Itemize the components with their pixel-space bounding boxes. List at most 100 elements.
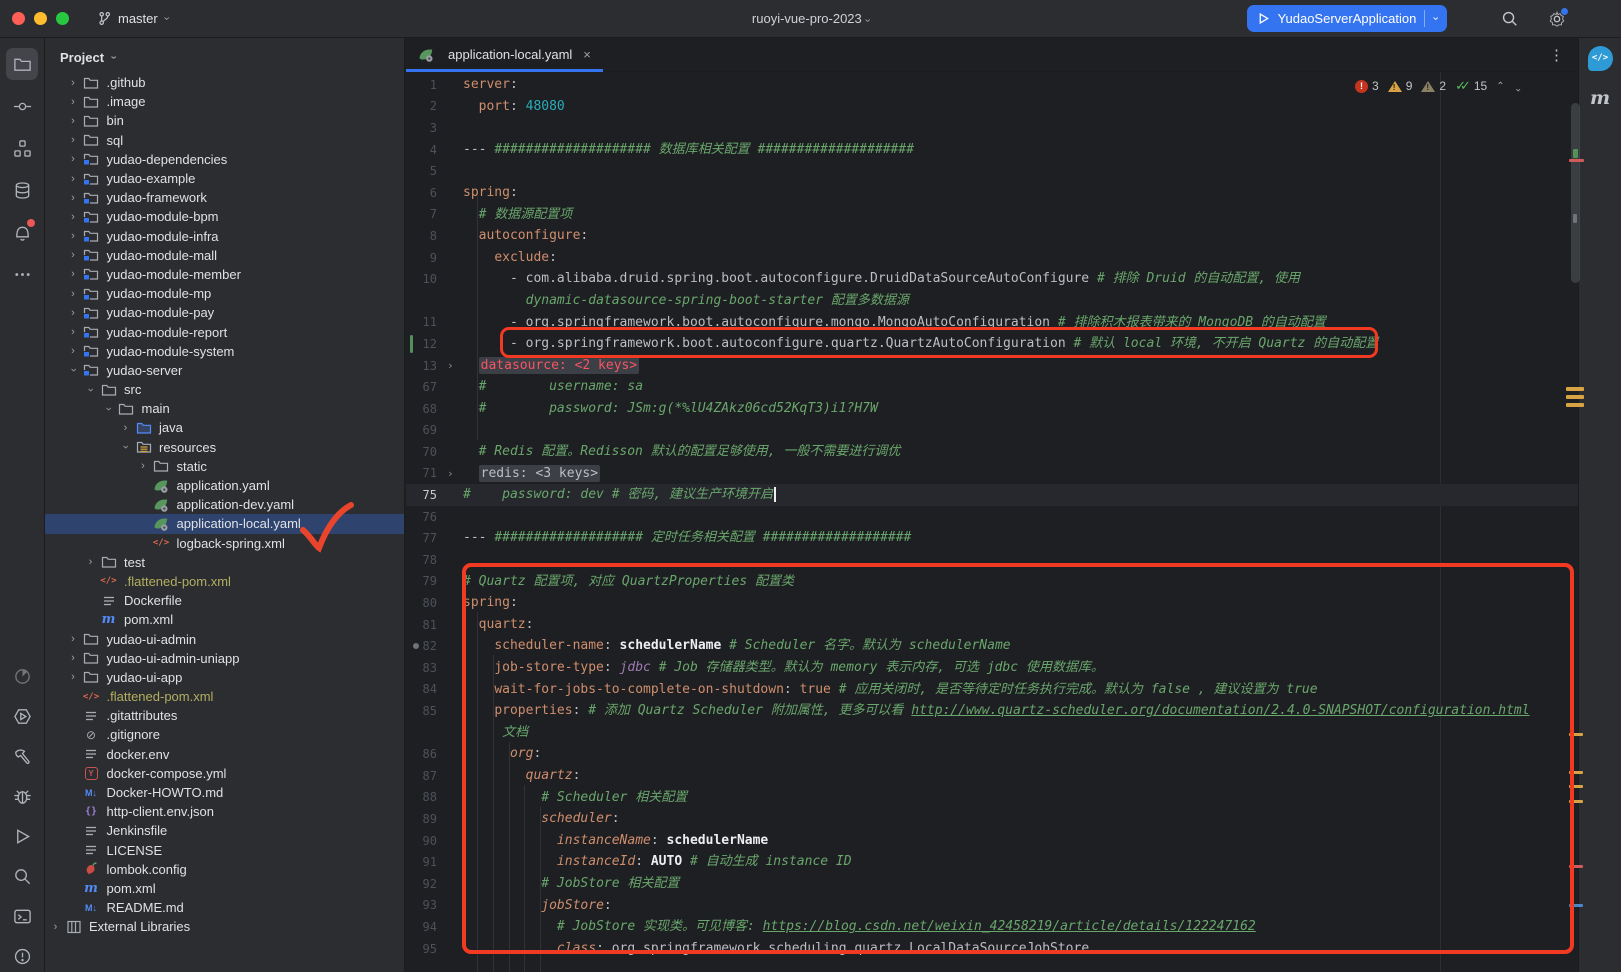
code-line-93[interactable]: 93 jobStore: bbox=[406, 895, 1578, 917]
tree-item-readme-md[interactable]: M↓README.md bbox=[45, 898, 404, 917]
run-configuration-button[interactable]: YudaoServerApplication › bbox=[1247, 5, 1447, 32]
tree-item-http-client-env-json[interactable]: {}http-client.env.json bbox=[45, 802, 404, 821]
tree-item-external-libraries[interactable]: ›External Libraries bbox=[45, 917, 404, 936]
chevron-collapsed-icon[interactable]: › bbox=[65, 192, 82, 204]
error-stripe-mark[interactable] bbox=[1566, 395, 1584, 399]
code-line-13[interactable]: 13› datasource: <2 keys> bbox=[406, 355, 1578, 377]
tree-item--image[interactable]: ›.image bbox=[45, 92, 404, 111]
tree-item-yudao-module-mall[interactable]: ›yudao-module-mall bbox=[45, 246, 404, 265]
tool-strip-button-run-play-icon[interactable] bbox=[6, 820, 38, 852]
inspections-widget[interactable]: !3 9 2 ✓✓15 ⌃ ⌃ bbox=[1355, 78, 1522, 94]
chevron-expanded-icon[interactable]: › bbox=[67, 362, 79, 379]
chevron-collapsed-icon[interactable]: › bbox=[65, 230, 82, 242]
tree-item-yudao-module-infra[interactable]: ›yudao-module-infra bbox=[45, 227, 404, 246]
code-line-4[interactable]: 4--- #################### 数据库相关配置 ######… bbox=[406, 139, 1578, 161]
tree-item-yudao-dependencies[interactable]: ›yudao-dependencies bbox=[45, 150, 404, 169]
tree-item-yudao-server[interactable]: ›yudao-server bbox=[45, 361, 404, 380]
code-line-wrap[interactable]: dynamic-datasource-spring-boot-starter 配… bbox=[406, 290, 1578, 312]
tool-strip-button-terminal-icon[interactable] bbox=[6, 900, 38, 932]
code-line-75[interactable]: 75# password: dev # 密码, 建议生产环境开启 bbox=[406, 484, 1578, 506]
chevron-collapsed-icon[interactable]: › bbox=[65, 326, 82, 338]
chevron-collapsed-icon[interactable]: › bbox=[65, 307, 82, 319]
tree-item-test[interactable]: ›test bbox=[45, 553, 404, 572]
chevron-collapsed-icon[interactable]: › bbox=[65, 633, 82, 645]
code-line-9[interactable]: 9 exclude: bbox=[406, 247, 1578, 269]
editor-scrollbar[interactable] bbox=[1571, 103, 1580, 283]
chevron-collapsed-icon[interactable]: › bbox=[65, 211, 82, 223]
error-stripe-mark[interactable] bbox=[1569, 771, 1583, 774]
tree-item-static[interactable]: ›static bbox=[45, 457, 404, 476]
code-line-81[interactable]: 81 quartz: bbox=[406, 614, 1578, 636]
code-line-77[interactable]: 77--- ################### 定时任务相关配置 #####… bbox=[406, 527, 1578, 549]
code-line-79[interactable]: 79# Quartz 配置项, 对应 QuartzProperties 配置类 bbox=[406, 571, 1578, 593]
window-zoom-button[interactable] bbox=[56, 12, 69, 25]
tool-strip-button-structure-icon[interactable] bbox=[6, 132, 38, 164]
tree-item-jenkinsfile[interactable]: Jenkinsfile bbox=[45, 821, 404, 840]
tree-item-pom-xml[interactable]: mpom.xml bbox=[45, 610, 404, 629]
tree-item-yudao-framework[interactable]: ›yudao-framework bbox=[45, 188, 404, 207]
tree-item-logback-spring-xml[interactable]: </>logback-spring.xml bbox=[45, 534, 404, 553]
code-line-84[interactable]: 84 wait-for-jobs-to-complete-on-shutdown… bbox=[406, 679, 1578, 701]
tree-item--flattened-pom-xml[interactable]: </>.flattened-pom.xml bbox=[45, 572, 404, 591]
tree-item-yudao-ui-app[interactable]: ›yudao-ui-app bbox=[45, 668, 404, 687]
code-line-8[interactable]: 8 autoconfigure: bbox=[406, 225, 1578, 247]
chevron-collapsed-icon[interactable]: › bbox=[65, 671, 82, 683]
tool-strip-button-build-hammer-icon[interactable] bbox=[6, 740, 38, 772]
tree-item-application-yaml[interactable]: application.yaml bbox=[45, 476, 404, 495]
next-problem-chevron-icon[interactable]: ⌃ bbox=[1514, 81, 1522, 92]
code-line-6[interactable]: 6spring: bbox=[406, 182, 1578, 204]
tool-strip-button-project-folder-icon[interactable] bbox=[6, 48, 38, 80]
code-line-92[interactable]: 92 # JobStore 相关配置 bbox=[406, 873, 1578, 895]
code-line-95[interactable]: 95 class: org.springframework.scheduling… bbox=[406, 938, 1578, 960]
code-line-69[interactable]: 69 bbox=[406, 420, 1578, 442]
tree-item-yudao-ui-admin[interactable]: ›yudao-ui-admin bbox=[45, 629, 404, 648]
window-minimize-button[interactable] bbox=[34, 12, 47, 25]
tree-item-java[interactable]: ›java bbox=[45, 418, 404, 437]
code-line-90[interactable]: 90 instanceName: schedulerName bbox=[406, 830, 1578, 852]
tab-application-local-yaml[interactable]: application-local.yaml × bbox=[406, 38, 603, 71]
tree-item-src[interactable]: ›src bbox=[45, 380, 404, 399]
maven-tool-button[interactable]: m bbox=[1590, 87, 1610, 109]
error-stripe-mark[interactable] bbox=[1566, 403, 1584, 407]
code-line-10[interactable]: 10 - com.alibaba.druid.spring.boot.autoc… bbox=[406, 268, 1578, 290]
code-line-83[interactable]: 83 job-store-type: jdbc # Job 存储器类型。默认为 … bbox=[406, 657, 1578, 679]
code-line-wrap[interactable]: 文档 bbox=[406, 722, 1578, 744]
tree-item-yudao-module-member[interactable]: ›yudao-module-member bbox=[45, 265, 404, 284]
code-line-70[interactable]: 70 # Redis 配置。Redisson 默认的配置足够使用, 一般不需要进… bbox=[406, 441, 1578, 463]
prev-problem-chevron-icon[interactable]: ⌃ bbox=[1496, 81, 1504, 92]
tree-item-yudao-module-mp[interactable]: ›yudao-module-mp bbox=[45, 284, 404, 303]
code-line-94[interactable]: 94 # JobStore 实现类。可见博客: https://blog.csd… bbox=[406, 916, 1578, 938]
error-stripe-mark[interactable] bbox=[1573, 214, 1577, 223]
error-stripe-mark[interactable] bbox=[1569, 785, 1583, 788]
chevron-collapsed-icon[interactable]: › bbox=[65, 173, 82, 185]
code-line-78[interactable]: 78 bbox=[406, 549, 1578, 571]
chevron-collapsed-icon[interactable]: › bbox=[65, 652, 82, 664]
tree-item-application-dev-yaml[interactable]: application-dev.yaml bbox=[45, 495, 404, 514]
tool-strip-button-debug-bug-icon[interactable] bbox=[6, 780, 38, 812]
code-line-82[interactable]: 82 scheduler-name: schedulerName # Sched… bbox=[406, 635, 1578, 657]
project-name[interactable]: ruoyi-vue-pro-2023 › bbox=[752, 11, 869, 26]
code-line-80[interactable]: 80spring: bbox=[406, 592, 1578, 614]
chevron-collapsed-icon[interactable]: › bbox=[117, 422, 134, 434]
tree-item-yudao-example[interactable]: ›yudao-example bbox=[45, 169, 404, 188]
code-line-88[interactable]: 88 # Scheduler 相关配置 bbox=[406, 787, 1578, 809]
tree-item-yudao-module-system[interactable]: ›yudao-module-system bbox=[45, 342, 404, 361]
tree-item--gitignore[interactable]: ⊘.gitignore bbox=[45, 725, 404, 744]
settings-button[interactable] bbox=[1545, 7, 1569, 31]
tool-strip-button-commit-icon[interactable] bbox=[6, 90, 38, 122]
tree-item-yudao-module-bpm[interactable]: ›yudao-module-bpm bbox=[45, 207, 404, 226]
tree-item-license[interactable]: LICENSE bbox=[45, 841, 404, 860]
error-stripe-mark[interactable] bbox=[1573, 149, 1578, 158]
chevron-expanded-icon[interactable]: › bbox=[85, 381, 97, 398]
code-line-2[interactable]: 2 port: 48080 bbox=[406, 96, 1578, 118]
chevron-collapsed-icon[interactable]: › bbox=[65, 249, 82, 261]
tree-item-docker-howto-md[interactable]: M↓Docker-HOWTO.md bbox=[45, 783, 404, 802]
ai-assistant-icon[interactable]: </> bbox=[1588, 46, 1613, 71]
error-stripe-mark[interactable] bbox=[1569, 733, 1583, 736]
tree-item-yudao-ui-admin-uniapp[interactable]: ›yudao-ui-admin-uniapp bbox=[45, 649, 404, 668]
code-line-91[interactable]: 91 instanceId: AUTO # 自动生成 instance ID bbox=[406, 851, 1578, 873]
tree-item-application-local-yaml[interactable]: application-local.yaml bbox=[45, 514, 404, 533]
tree-item-main[interactable]: ›main bbox=[45, 399, 404, 418]
code-line-76[interactable]: 76 bbox=[406, 506, 1578, 528]
tree-item--github[interactable]: ›.github bbox=[45, 73, 404, 92]
